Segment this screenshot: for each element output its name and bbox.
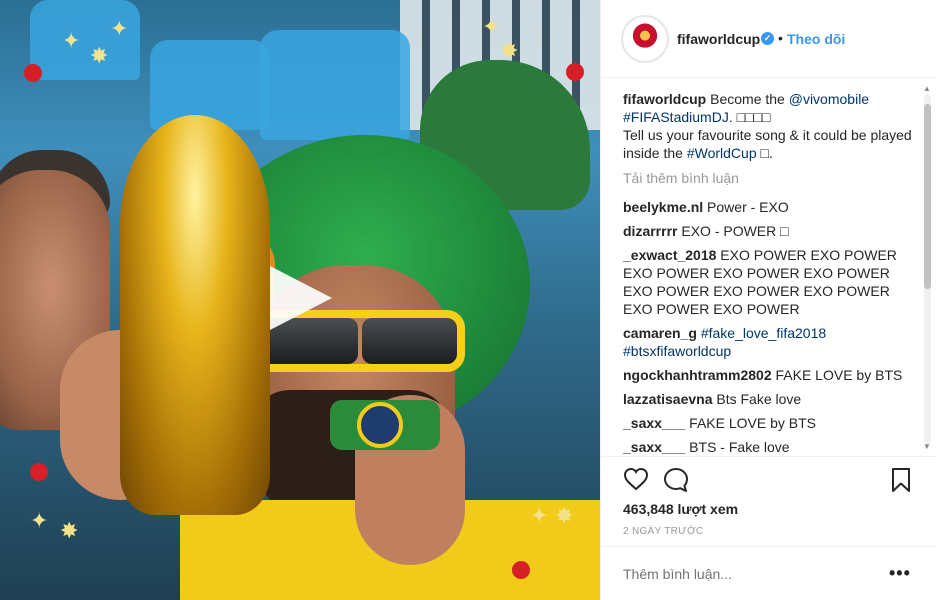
list-item: ngockhanhtramm2802 FAKE LOVE by BTS bbox=[623, 366, 919, 384]
caption-text: □. bbox=[756, 145, 773, 161]
list-item: _saxx___ BTS - Fake love bbox=[623, 438, 919, 456]
sparkle-icon: ✦ bbox=[482, 14, 501, 39]
scroll-thumb[interactable] bbox=[924, 104, 931, 289]
horn-emblem bbox=[357, 402, 403, 448]
comment-username[interactable]: _exwact_2018 bbox=[623, 247, 716, 263]
sparkle-icon: ✸ bbox=[60, 518, 79, 543]
comment-username[interactable]: _saxx___ bbox=[623, 439, 685, 455]
list-item: camaren_g #fake_love_fifa2018 #btsxfifaw… bbox=[623, 324, 919, 360]
more-options-button[interactable]: ••• bbox=[889, 563, 911, 584]
comment-list: fifaworldcup Become the @vivomobile #FIF… bbox=[623, 90, 919, 456]
comment-icon[interactable] bbox=[663, 467, 689, 496]
caption-text: . □□□□ bbox=[728, 109, 771, 125]
sparkle-icon: ✦ bbox=[110, 16, 129, 41]
world-cup-trophy bbox=[120, 115, 270, 515]
post-timestamp[interactable]: 2 NGÀY TRƯỚC bbox=[623, 526, 703, 537]
confetti-dot bbox=[30, 463, 48, 481]
fifa-logo-icon bbox=[628, 22, 662, 56]
list-item: dizarrrrr EXO - POWER □ bbox=[623, 222, 919, 240]
caption-hashtag[interactable]: #FIFAStadiumDJ bbox=[623, 109, 729, 125]
sparkle-icon: ✦ bbox=[530, 503, 549, 528]
sparkle-icon: ✦ bbox=[30, 508, 49, 533]
list-item: _saxx___ FAKE LOVE by BTS bbox=[623, 414, 919, 432]
scroll-down-arrow-icon[interactable]: ▼ bbox=[923, 442, 931, 451]
avatar[interactable] bbox=[621, 15, 669, 63]
comment-username[interactable]: ngockhanhtramm2802 bbox=[623, 367, 772, 383]
verified-badge-icon: ✓ bbox=[761, 32, 774, 45]
comment-text: EXO - POWER □ bbox=[677, 223, 789, 239]
comment-input[interactable] bbox=[623, 564, 873, 584]
sparkle-icon: ✸ bbox=[500, 38, 519, 63]
comment-username[interactable]: lazzatisaevna bbox=[623, 391, 713, 407]
list-item: beelykme.nl Power - EXO bbox=[623, 198, 919, 216]
follow-button[interactable]: Theo dõi bbox=[787, 31, 845, 47]
comments-scrollbar[interactable]: ▲ ▼ bbox=[922, 84, 932, 452]
scroll-up-arrow-icon[interactable]: ▲ bbox=[923, 84, 931, 93]
post-details-panel: fifaworldcup ✓ • Theo dõi fifaworldcup B… bbox=[600, 0, 936, 600]
comment-text: FAKE LOVE by BTS bbox=[685, 415, 817, 431]
heart-icon[interactable] bbox=[623, 467, 649, 494]
caption-mention[interactable]: @vivomobile bbox=[789, 91, 869, 107]
view-count[interactable]: 463,848 lượt xem bbox=[623, 501, 738, 517]
play-icon[interactable] bbox=[270, 266, 332, 330]
caption-text: Become the bbox=[706, 91, 789, 107]
post-header: fifaworldcup ✓ • Theo dõi bbox=[601, 0, 936, 78]
comment-text: Bts Fake love bbox=[712, 391, 802, 407]
list-item: _exwact_2018 EXO POWER EXO POWER EXO POW… bbox=[623, 246, 919, 318]
header-username[interactable]: fifaworldcup bbox=[677, 31, 760, 47]
comment-hashtag[interactable]: #btsxfifaworldcup bbox=[623, 343, 731, 359]
load-more-comments-button[interactable]: Tải thêm bình luận bbox=[623, 170, 919, 186]
comment-username[interactable]: camaren_g bbox=[623, 325, 697, 341]
header-separator: • bbox=[778, 30, 783, 46]
sparkle-icon: ✦ bbox=[62, 28, 81, 53]
sparkle-icon: ✸ bbox=[90, 43, 109, 68]
post-actions: 463,848 lượt xem 2 NGÀY TRƯỚC bbox=[601, 456, 936, 546]
comment-username[interactable]: dizarrrrr bbox=[623, 223, 677, 239]
bookmark-icon[interactable] bbox=[891, 467, 911, 496]
confetti-dot bbox=[512, 561, 530, 579]
post-media-video[interactable]: ✦ ✸ ✦ ✦ ✸ ✦ ✸ ✦ ✸ bbox=[0, 0, 600, 600]
comment-hashtag[interactable]: #fake_love_fifa2018 bbox=[697, 325, 826, 341]
post-caption: fifaworldcup Become the @vivomobile #FIF… bbox=[623, 90, 919, 162]
sparkle-icon: ✸ bbox=[555, 503, 574, 528]
comment-text: BTS - Fake love bbox=[685, 439, 790, 455]
comments-section[interactable]: fifaworldcup Become the @vivomobile #FIF… bbox=[601, 80, 936, 456]
confetti-dot bbox=[24, 64, 42, 82]
comment-text: Power - EXO bbox=[703, 199, 789, 215]
comment-username[interactable]: beelykme.nl bbox=[623, 199, 703, 215]
comment-text: FAKE LOVE by BTS bbox=[771, 367, 903, 383]
caption-hashtag[interactable]: #WorldCup bbox=[687, 145, 757, 161]
stadium-seat bbox=[260, 30, 410, 140]
comment-username[interactable]: _saxx___ bbox=[623, 415, 685, 431]
list-item: lazzatisaevna Bts Fake love bbox=[623, 390, 919, 408]
confetti-dot bbox=[566, 63, 584, 81]
add-comment-section: ••• bbox=[601, 546, 936, 600]
caption-username[interactable]: fifaworldcup bbox=[623, 91, 706, 107]
